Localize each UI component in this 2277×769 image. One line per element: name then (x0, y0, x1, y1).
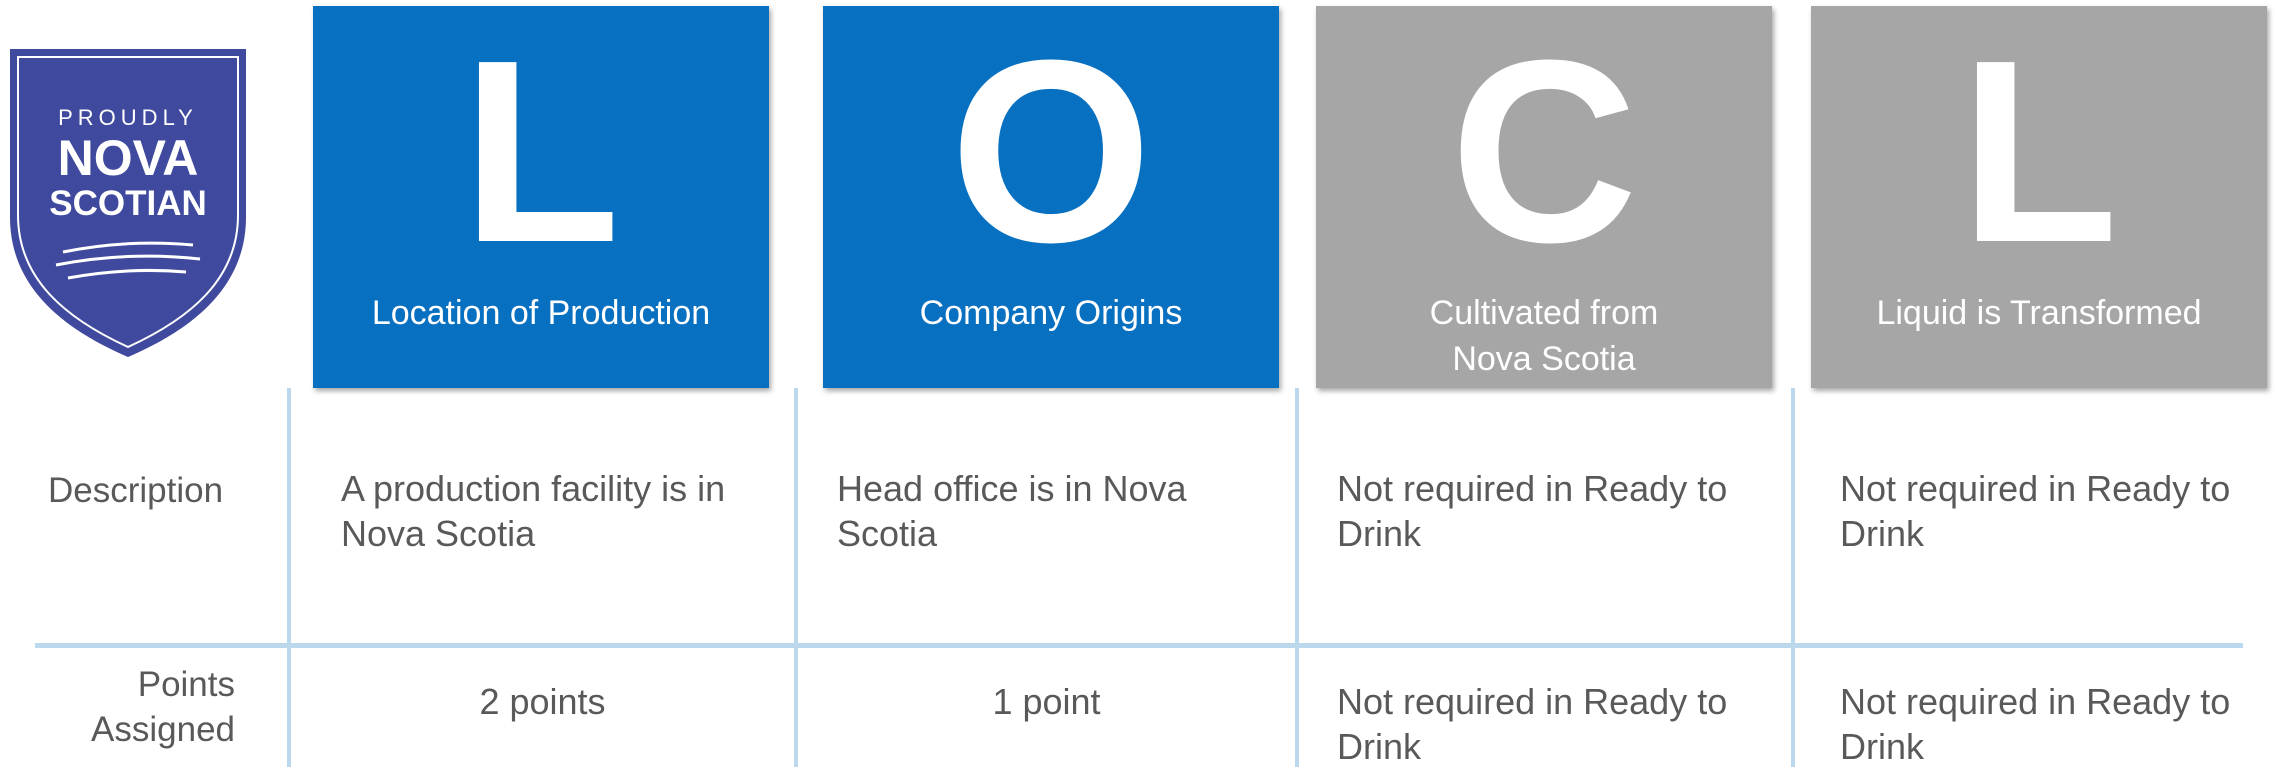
column-divider (1791, 388, 1795, 767)
logo-word-nova: NOVA (58, 130, 199, 186)
description-cell-company: Head office is in Nova Scotia (837, 468, 1187, 554)
description-cell-location: A production facility is in Nova Scotia (341, 468, 726, 554)
description-cell-liquid: Not required in Ready to Drink (1840, 468, 2231, 554)
header-title-line1: Cultivated from (1429, 294, 1659, 332)
row-divider (35, 643, 2243, 648)
header-letter: C (1450, 7, 1638, 297)
row-label-points-assigned: Points Assigned (91, 665, 235, 749)
description-cell-cultivated: Not required in Ready to Drink (1337, 468, 1728, 554)
header-liquid-is-transformed: L Liquid is Transformed (1811, 6, 2267, 388)
header-title: Liquid is Transformed (1876, 294, 2202, 332)
points-cell-company: 1 point (992, 681, 1101, 722)
header-title: Company Origins (919, 294, 1183, 332)
shield-icon: PROUDLY NOVA SCOTIAN (10, 49, 246, 357)
points-cell-location: 2 points (479, 681, 606, 722)
logo-word-scotian: SCOTIAN (49, 184, 207, 223)
header-letter: L (461, 7, 621, 297)
header-title: Location of Production (371, 294, 711, 332)
header-title-line2: Nova Scotia (1452, 340, 1636, 378)
proudly-nova-scotian-logo: PROUDLY NOVA SCOTIAN (8, 47, 248, 359)
header-company-origins: O Company Origins (823, 6, 1279, 388)
header-title: Cultivated from Nova Scotia (1316, 290, 1772, 382)
header-letter: O (949, 7, 1153, 297)
points-cell-cultivated: Not required in Ready to Drink (1337, 681, 1728, 767)
header-letter: L (1959, 7, 2119, 297)
row-label-description: Description (48, 471, 224, 510)
header-location-of-production: L Location of Production (313, 6, 769, 388)
header-cultivated-from-nova-scotia: C Cultivated from Nova Scotia (1316, 6, 1772, 388)
points-cell-liquid: Not required in Ready to Drink (1840, 681, 2231, 767)
logo-word-proudly: PROUDLY (58, 105, 198, 130)
column-divider (1295, 388, 1299, 767)
